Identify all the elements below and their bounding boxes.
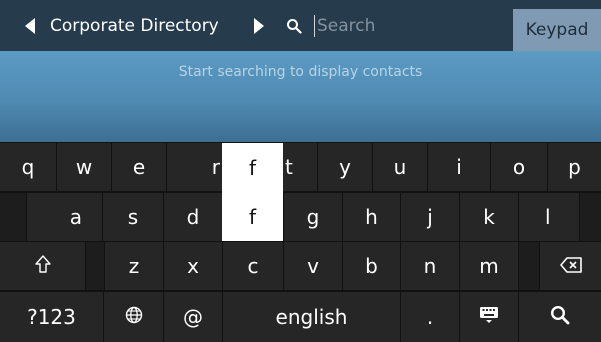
key-x[interactable]: x [164,242,222,290]
key-d[interactable]: d [164,193,222,241]
key-m-label: m [479,254,499,278]
key-p-label: p [568,155,581,179]
numbers-key[interactable]: ?123 [0,292,103,342]
key-d-label: d [186,205,200,229]
key-r-label: r [211,155,220,179]
key-z-label: z [128,254,140,278]
key-v-label: v [307,254,319,278]
key-l-label: l [545,205,551,229]
key-s[interactable]: s [103,193,163,241]
key-y[interactable]: y [318,143,372,191]
key-s-label: s [127,205,139,229]
key-o-label: o [512,155,526,179]
key-p[interactable]: p [548,143,601,191]
key-v[interactable]: v [284,242,342,290]
key-q[interactable]: q [0,143,56,191]
key-a[interactable]: a [27,193,102,241]
search-icon [284,16,304,36]
key-a-label: a [69,205,82,229]
key-j[interactable]: j [401,193,459,241]
at-key-label: @ [183,305,203,329]
search-input[interactable] [314,14,474,37]
key-r[interactable]: r [167,143,222,191]
language-key[interactable] [104,292,163,342]
space-bar-label: english [275,305,348,329]
hide-keyboard-key[interactable] [460,292,518,342]
row3-spacer [86,242,104,290]
key-z[interactable]: z [105,242,163,290]
previous-arrow-icon[interactable] [0,0,44,51]
period-key-label: . [426,305,434,329]
key-c[interactable]: c [223,242,283,290]
globe-icon [125,305,143,329]
key-b[interactable]: b [343,242,400,290]
key-e[interactable]: e [112,143,166,191]
search-key[interactable] [519,292,601,342]
key-t[interactable]: t [283,143,317,191]
shift-icon [34,254,51,278]
row2-left-spacer [0,193,26,241]
key-n-label: n [423,254,437,278]
key-b-label: b [365,254,378,278]
keyboard-icon [479,305,499,329]
key-q-label: q [21,155,35,179]
backspace-icon [559,254,582,278]
directory-title: Corporate Directory [50,15,219,36]
at-key[interactable]: @ [164,292,222,342]
key-g-label: g [306,205,320,229]
space-bar[interactable]: english [223,292,400,342]
backspace-key[interactable] [540,242,601,290]
row2-right-spacer [580,193,601,241]
contacts-list: Start searching to display contacts [0,51,601,142]
key-y-label: y [339,155,351,179]
search-box[interactable] [274,0,474,51]
numbers-key-label: ?123 [27,305,76,329]
row3-right-spacer [519,242,539,290]
key-u-label: u [393,155,407,179]
next-arrow-icon[interactable] [244,0,274,51]
key-f-label: f [248,204,257,229]
key-f[interactable]: f [222,192,283,241]
key-j-label: j [427,205,433,229]
key-t-label: t [285,155,293,179]
key-h-label: h [365,205,378,229]
top-bar: Corporate Directory Keypad [0,0,601,51]
key-m[interactable]: m [460,242,518,290]
key-n[interactable]: n [401,242,459,290]
key-c-label: c [247,254,259,278]
key-o[interactable]: o [491,143,547,191]
on-screen-keyboard: q w e r f t y u i o p a s d f g h j k l … [0,142,601,342]
key-k[interactable]: k [460,193,518,241]
period-key[interactable]: . [401,292,459,342]
key-u[interactable]: u [373,143,427,191]
search-key-icon [550,305,570,330]
key-w-label: w [75,155,93,179]
key-x-label: x [187,254,199,278]
key-preview-f: f [222,143,283,192]
key-w[interactable]: w [57,143,111,191]
key-l[interactable]: l [519,193,579,241]
key-i-label: i [456,155,462,179]
key-g[interactable]: g [284,193,342,241]
key-k-label: k [483,205,495,229]
shift-key[interactable] [0,242,85,290]
empty-state-hint: Start searching to display contacts [178,64,423,80]
key-preview-label: f [248,155,257,180]
key-h[interactable]: h [343,193,400,241]
keypad-button[interactable]: Keypad [513,9,601,51]
key-i[interactable]: i [428,143,490,191]
key-e-label: e [132,155,146,179]
